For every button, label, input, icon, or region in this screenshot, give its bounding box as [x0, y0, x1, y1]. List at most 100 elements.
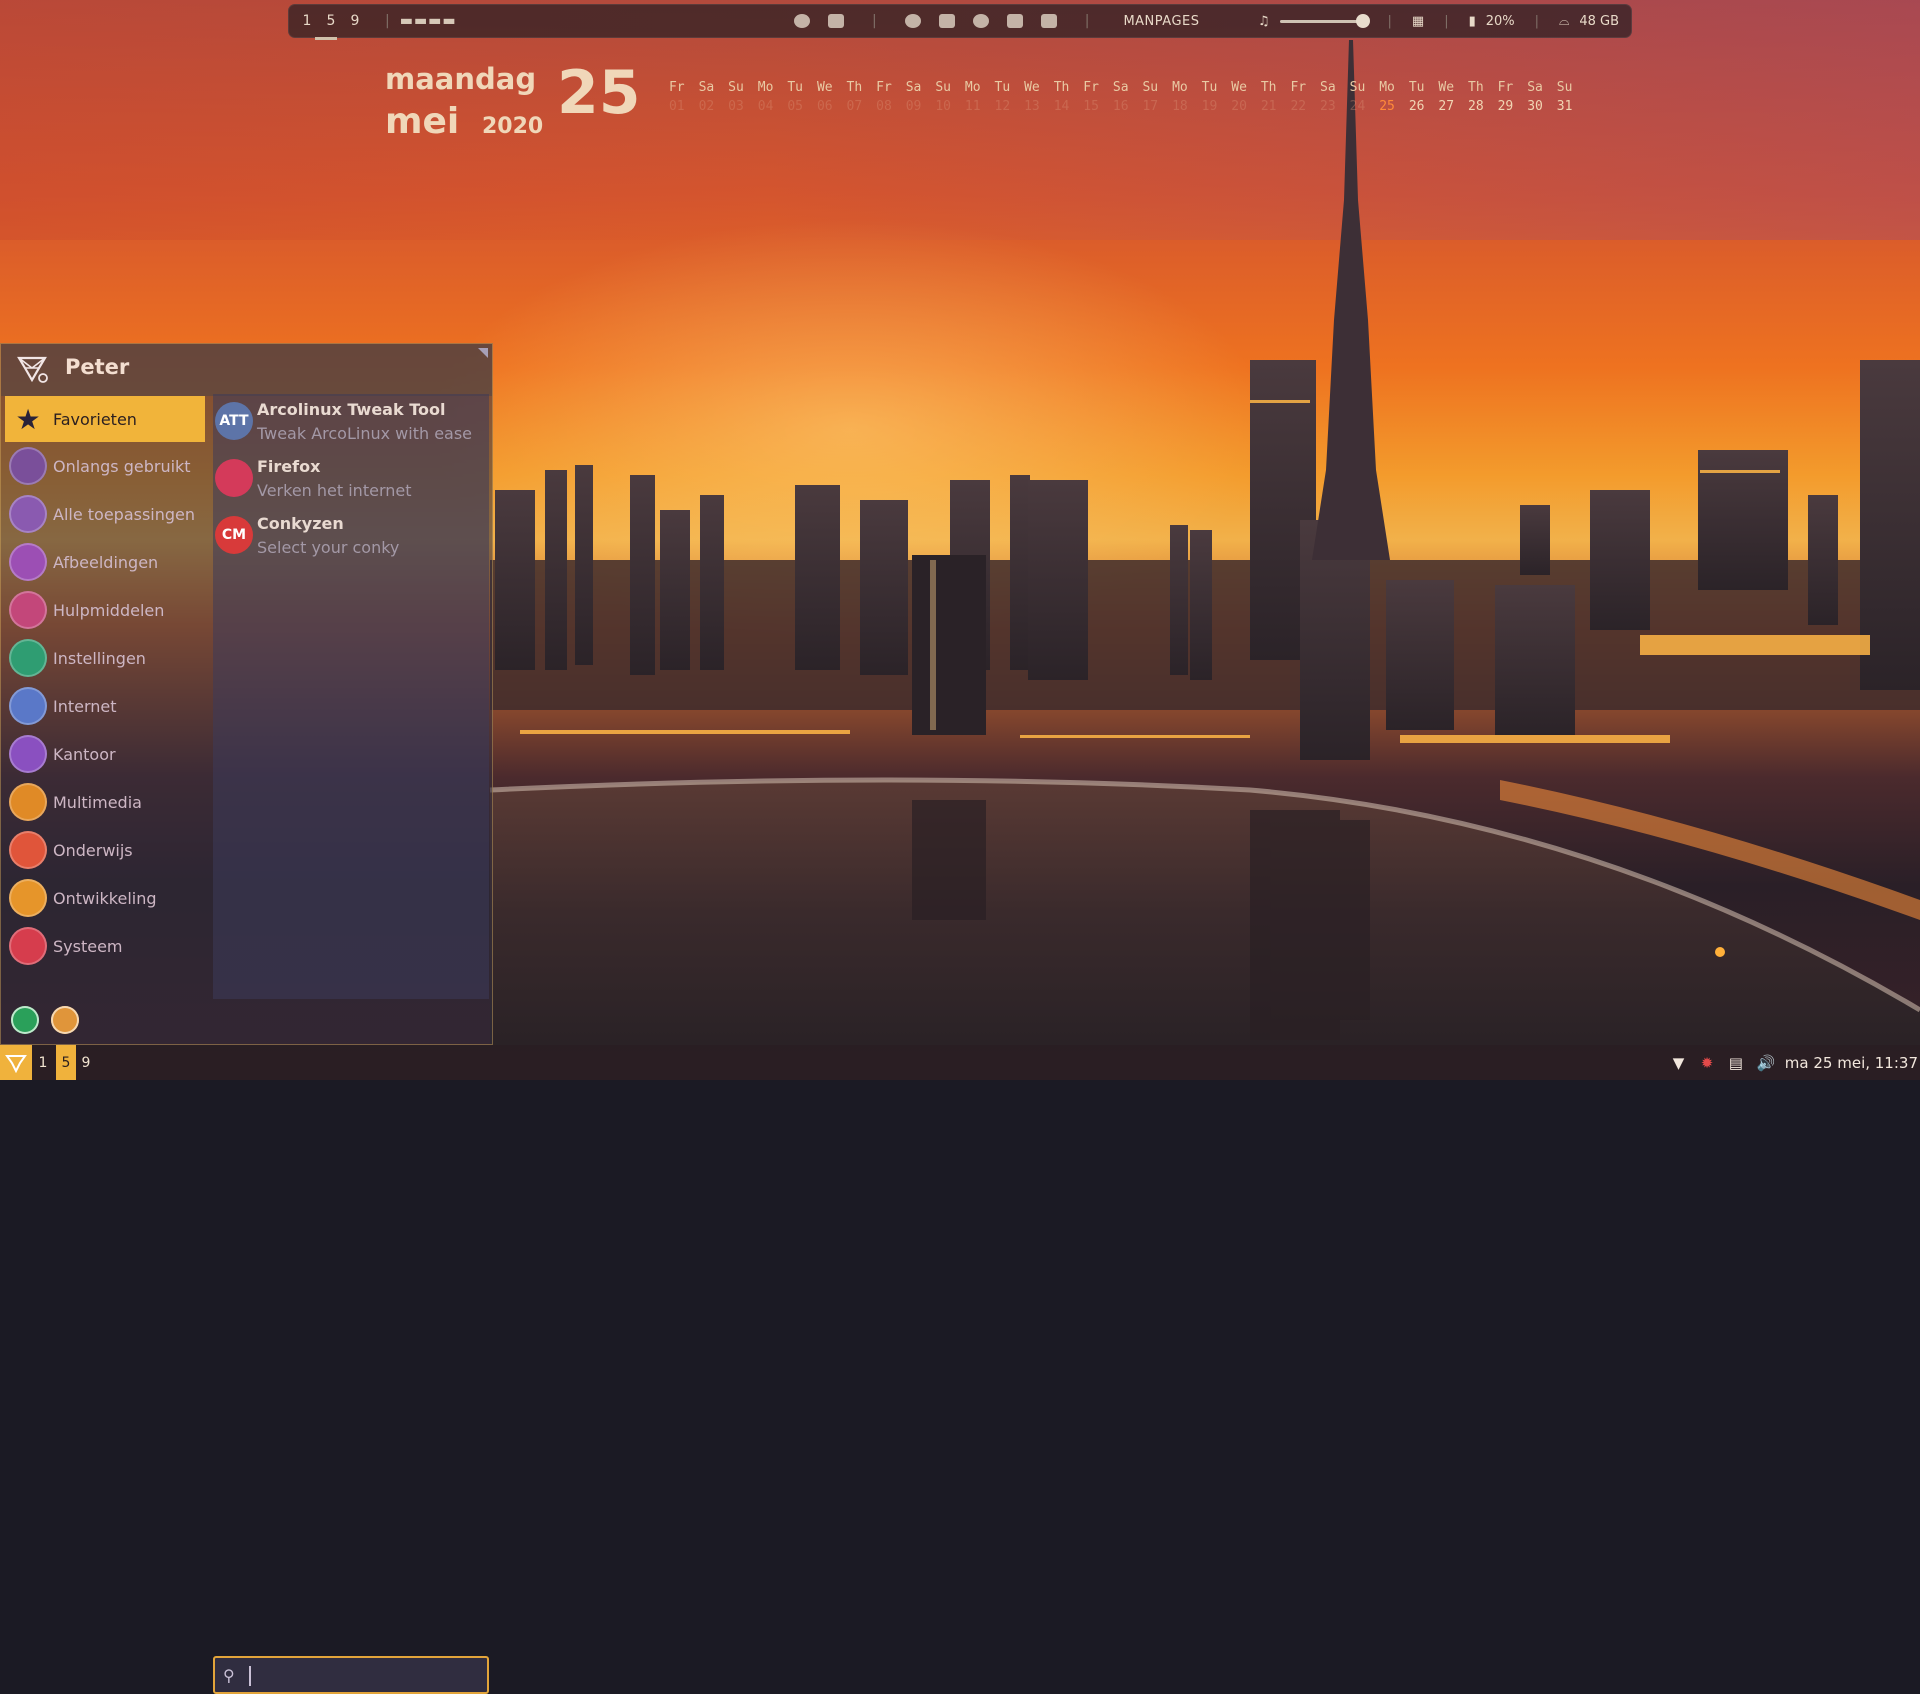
- category-multimedia[interactable]: Multimedia: [5, 778, 205, 826]
- volume-slider[interactable]: [1279, 13, 1370, 28]
- updates-icon[interactable]: ✹: [1701, 1054, 1719, 1072]
- calendar-today: 25: [1379, 99, 1395, 114]
- panel-separator: |: [385, 13, 390, 29]
- menu-username[interactable]: Peter: [65, 355, 129, 379]
- menu-resize-handle[interactable]: [478, 348, 488, 358]
- app-description: Verken het internet: [257, 481, 412, 500]
- app-item-conkyzen[interactable]: CM Conkyzen Select your conky: [213, 508, 489, 565]
- calendar-day: 05: [787, 99, 803, 114]
- calendar-weekday: Th: [1260, 80, 1277, 95]
- volume-icon[interactable]: 🔊: [1757, 1054, 1776, 1072]
- year: 2020: [482, 114, 544, 139]
- workspace-5-button[interactable]: 5: [325, 13, 337, 29]
- calendar-weekday: We: [816, 80, 833, 95]
- calendar-day: 04: [757, 99, 774, 114]
- accessories-icon: [9, 591, 47, 629]
- calendar-day: 12: [994, 99, 1011, 114]
- chat-icon[interactable]: [1040, 14, 1057, 28]
- category-instellingen[interactable]: Instellingen: [5, 634, 205, 682]
- browser-icon[interactable]: [904, 14, 921, 28]
- calendar-day: 15: [1083, 99, 1099, 114]
- calendar-day: 16: [1112, 99, 1129, 114]
- calendar-weekday: Tu: [994, 80, 1011, 95]
- google-icon[interactable]: [794, 14, 810, 28]
- calendar-day: 01: [668, 99, 685, 114]
- bottom-workspace-9[interactable]: 9: [78, 1045, 94, 1080]
- calendar-weekday: Mo: [1172, 80, 1188, 95]
- calendar-day-row: 01 02 03 04 05 06 07 08 09 10 11 12 13 14 15 16 17 18 19 20…: [662, 99, 1579, 114]
- apps-icon: [9, 495, 47, 533]
- calendar-weekday: Su: [728, 80, 744, 95]
- category-label: Internet: [53, 696, 117, 716]
- category-label: Instellingen: [53, 648, 146, 668]
- folder-icon[interactable]: [938, 14, 955, 28]
- calendar-day: 08: [876, 99, 892, 114]
- day-number: 25: [557, 58, 641, 128]
- education-icon: [9, 831, 47, 869]
- graphics-icon: [9, 543, 47, 581]
- calendar-weekday: Sa: [1320, 80, 1336, 95]
- terminal-icon[interactable]: [828, 14, 844, 28]
- bottom-workspace-5[interactable]: 5: [56, 1045, 76, 1080]
- category-internet[interactable]: Internet: [5, 682, 205, 730]
- category-label: Favorieten: [53, 409, 137, 429]
- workspace-1-button[interactable]: 1: [301, 13, 313, 29]
- menu-search-field[interactable]: ⚲: [213, 1656, 489, 1694]
- internet-icon: [9, 687, 47, 725]
- multimedia-icon: [9, 783, 47, 821]
- calendar-weekday: Tu: [787, 80, 803, 95]
- user-avatar-icon: [17, 356, 48, 383]
- battery-icon: ▮: [1468, 13, 1476, 29]
- text-cursor: [249, 1666, 251, 1686]
- calendar-day: 13: [1024, 99, 1040, 114]
- lock-screen-icon[interactable]: [11, 1006, 39, 1034]
- volume-slider-knob[interactable]: [1355, 13, 1370, 28]
- category-favorieten[interactable]: ★ Favorieten: [5, 396, 205, 442]
- office-icon: [9, 735, 47, 773]
- log-out-icon[interactable]: [51, 1006, 79, 1034]
- menu-launcher-button[interactable]: [0, 1045, 32, 1080]
- calendar-day: 24: [1349, 99, 1366, 114]
- calendar-day: 20: [1231, 99, 1247, 114]
- calendar-weekday: Fr: [1497, 80, 1514, 95]
- category-systeem[interactable]: Systeem: [5, 922, 205, 970]
- calendar-weekday: Fr: [668, 80, 685, 95]
- conky-calendar: Fr Sa Su Mo Tu We Th Fr Sa Su Mo Tu We Th Fr Sa Su Mo Tu We…: [662, 80, 1579, 114]
- category-hulpmiddelen[interactable]: Hulpmiddelen: [5, 586, 205, 634]
- manpages-label[interactable]: MANPAGES: [1123, 14, 1199, 29]
- category-label: Onderwijs: [53, 840, 133, 860]
- app-item-arcolinux-tweak-tool[interactable]: ATT Arcolinux Tweak Tool Tweak ArcoLinux w…: [213, 394, 489, 451]
- github-icon[interactable]: [972, 14, 989, 28]
- network-icon[interactable]: ▼: [1673, 1054, 1691, 1072]
- calendar-day: 02: [698, 99, 715, 114]
- category-ontwikkeling[interactable]: Ontwikkeling: [5, 874, 205, 922]
- firefox-icon: [215, 459, 253, 497]
- category-onderwijs[interactable]: Onderwijs: [5, 826, 205, 874]
- calendar-day: 10: [935, 99, 951, 114]
- system-tray: ▼ ✹ ▤ 🔊 ma 25 mei, 11:37: [1673, 1045, 1920, 1080]
- category-afbeeldingen[interactable]: Afbeeldingen: [5, 538, 205, 586]
- category-onlangs-gebruikt[interactable]: Onlangs gebruikt: [5, 442, 205, 490]
- category-label: Onlangs gebruikt: [53, 456, 191, 476]
- category-list: ★ Favorieten Onlangs gebruikt Alle toepassi…: [5, 394, 205, 970]
- arcolinux-tweak-tool-icon: ATT: [215, 402, 253, 440]
- workspace-9-button[interactable]: 9: [349, 13, 361, 29]
- music-note-icon[interactable]: ♫: [1258, 14, 1270, 29]
- calendar-day: 28: [1468, 99, 1484, 114]
- category-kantoor[interactable]: Kantoor: [5, 730, 205, 778]
- app-item-firefox[interactable]: Firefox Verken het internet: [213, 451, 489, 508]
- calendar-day: 29: [1497, 99, 1514, 114]
- window-buttons[interactable]: ▬▬▬▬: [400, 13, 457, 29]
- bottom-workspace-1[interactable]: 1: [34, 1045, 52, 1080]
- microphone-icon[interactable]: [1006, 14, 1023, 28]
- calendar-weekday: Mo: [964, 80, 981, 95]
- clock[interactable]: ma 25 mei, 11:37: [1785, 1054, 1918, 1072]
- calendar-weekday: Su: [1142, 80, 1159, 95]
- day-name: maandag: [385, 62, 537, 96]
- keyboard-icon[interactable]: ▦: [1412, 14, 1424, 29]
- category-alle-toepassingen[interactable]: Alle toepassingen: [5, 490, 205, 538]
- clipboard-icon[interactable]: ▤: [1729, 1054, 1747, 1072]
- app-name: Conkyzen: [257, 514, 344, 533]
- disk-free: 48 GB: [1579, 13, 1619, 29]
- calendar-day: 09: [905, 99, 922, 114]
